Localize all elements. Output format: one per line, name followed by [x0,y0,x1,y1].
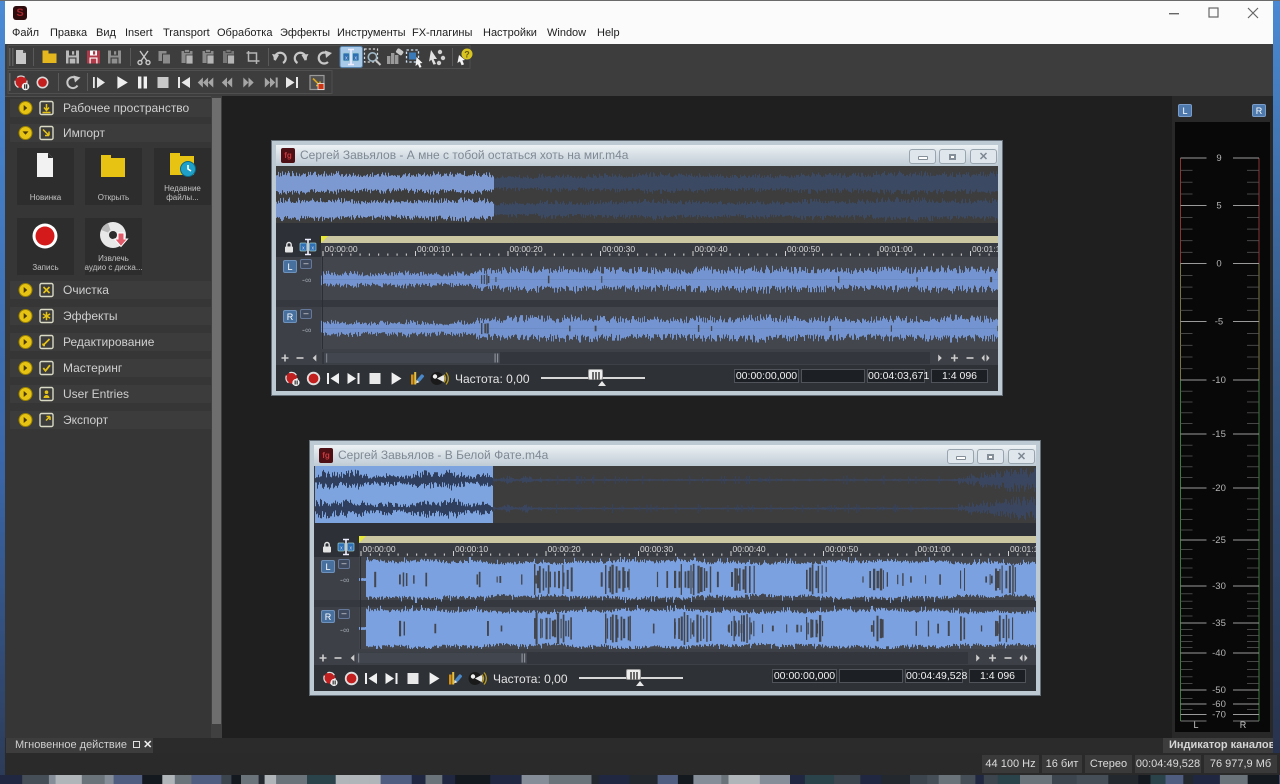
svg-text:00:00:30: 00:00:30 [640,544,673,554]
svg-text:00:01:1: 00:01:1 [972,244,998,254]
svg-text:00:00:10: 00:00:10 [417,244,450,254]
svg-text:00:00:00: 00:00:00 [363,544,396,554]
svg-text:00:00:10: 00:00:10 [455,544,488,554]
svg-text:-20: -20 [1212,483,1226,494]
svg-text:-50: -50 [1212,685,1226,696]
svg-text:00:00:40: 00:00:40 [733,544,766,554]
svg-text:00:00:50: 00:00:50 [787,244,820,254]
svg-text:-25: -25 [1212,535,1226,546]
svg-text:-30: -30 [1212,581,1226,592]
svg-text:00:00:40: 00:00:40 [695,244,728,254]
svg-text:L: L [1193,720,1198,730]
svg-text:9: 9 [1216,153,1221,164]
svg-text:?: ? [464,50,470,60]
svg-text:-70: -70 [1212,710,1226,721]
svg-text:00:01:1: 00:01:1 [1010,544,1036,554]
svg-text:-5: -5 [1215,317,1223,328]
svg-text:00:00:20: 00:00:20 [510,244,543,254]
svg-text:0: 0 [1216,259,1221,270]
svg-text:-60: -60 [1212,699,1226,710]
svg-text:-35: -35 [1212,618,1226,629]
svg-text:00:01:00: 00:01:00 [918,544,951,554]
svg-text:-40: -40 [1212,648,1226,659]
svg-text:00:00:50: 00:00:50 [825,544,858,554]
svg-text:-15: -15 [1212,429,1226,440]
svg-text:R: R [1240,720,1247,730]
svg-text:00:01:00: 00:01:00 [880,244,913,254]
svg-text:00:00:30: 00:00:30 [602,244,635,254]
svg-text:5: 5 [1216,201,1221,212]
svg-text:00:00:20: 00:00:20 [548,544,581,554]
svg-text:00:00:00: 00:00:00 [325,244,358,254]
svg-text:-10: -10 [1212,375,1226,386]
